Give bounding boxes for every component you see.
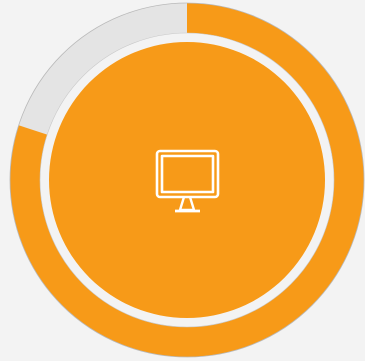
inner-circle — [49, 42, 325, 318]
progress-ring-widget — [0, 0, 365, 361]
